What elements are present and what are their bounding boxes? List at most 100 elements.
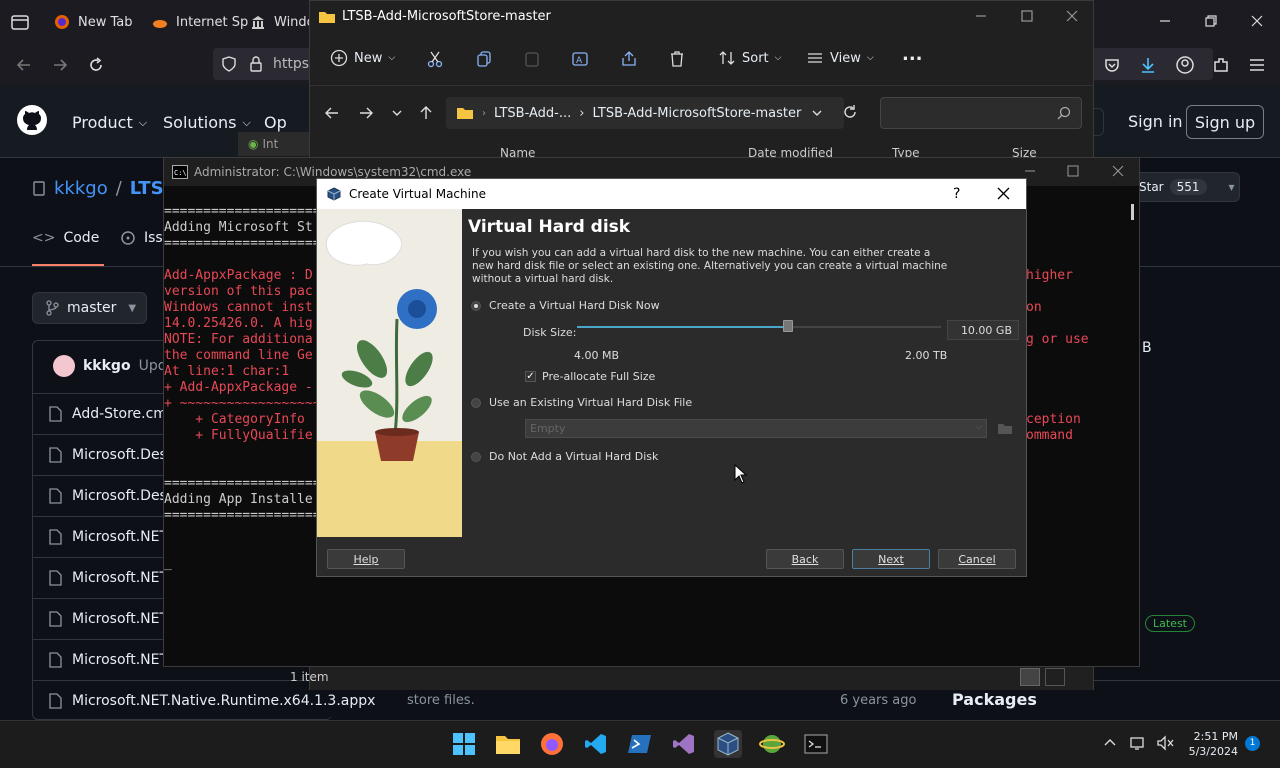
close-icon[interactable] xyxy=(997,187,1010,200)
disk-size-input[interactable]: 10.00 GB xyxy=(947,320,1019,340)
tiles-view-icon[interactable] xyxy=(1045,668,1065,686)
slider-thumb[interactable] xyxy=(783,320,794,332)
sign-up-button[interactable]: Sign up xyxy=(1186,105,1264,139)
search-input[interactable] xyxy=(880,97,1082,129)
pocket-icon[interactable] xyxy=(1102,55,1122,75)
view-button[interactable]: View ⌵ xyxy=(806,49,874,67)
close-icon[interactable] xyxy=(1250,14,1264,28)
tab-internet[interactable]: Internet Sp xyxy=(152,6,248,38)
folder-icon xyxy=(318,10,336,24)
checkmark-icon[interactable]: ✓ xyxy=(525,371,536,382)
help-question-icon[interactable]: ? xyxy=(953,186,960,202)
commit-user[interactable]: kkkgo xyxy=(83,358,131,374)
help-button[interactable]: Help xyxy=(327,549,405,569)
toolbar-divider xyxy=(310,85,1093,86)
sort-button[interactable]: Sort ⌵ xyxy=(718,49,781,67)
account-icon[interactable] xyxy=(1175,55,1195,75)
minimize-icon[interactable] xyxy=(1024,165,1036,177)
search-box-edge[interactable] xyxy=(1094,108,1104,136)
close-icon[interactable] xyxy=(1112,165,1124,177)
up-icon[interactable] xyxy=(418,105,434,121)
existing-disk-select[interactable]: Empty ⌵ xyxy=(525,419,987,438)
minimize-icon[interactable] xyxy=(974,9,988,23)
details-view-icon[interactable] xyxy=(1020,668,1040,686)
virtualbox-icon[interactable] xyxy=(714,730,742,758)
volume-muted-icon[interactable] xyxy=(1156,735,1174,751)
disk-size-slider[interactable] xyxy=(577,320,941,332)
cmd-line xyxy=(1026,380,1136,396)
slider-max-label: 2.00 TB xyxy=(905,349,948,362)
nav-open-source[interactable]: Op xyxy=(264,113,287,132)
cmd-line: ============================== xyxy=(164,236,316,251)
tab-list-icon[interactable] xyxy=(10,12,30,32)
sign-in-link[interactable]: Sign in xyxy=(1128,112,1183,131)
radio-existing-disk[interactable]: Use an Existing Virtual Hard Disk File xyxy=(471,396,692,409)
start-icon[interactable] xyxy=(450,730,478,758)
github-logo-icon[interactable] xyxy=(16,104,48,136)
copy-icon[interactable] xyxy=(475,50,493,68)
delete-icon[interactable] xyxy=(668,50,686,68)
file-explorer-icon[interactable] xyxy=(494,730,522,758)
close-icon[interactable] xyxy=(1065,9,1079,23)
menu-icon[interactable] xyxy=(1247,55,1267,75)
cancel-button[interactable]: Cancel xyxy=(938,549,1016,569)
breadcrumb-item[interactable]: LTSB-Add-MicrosoftStore-master xyxy=(592,106,801,121)
address-dropdown-icon[interactable] xyxy=(810,105,824,121)
recent-dropdown-icon[interactable] xyxy=(390,105,404,121)
cut-icon[interactable] xyxy=(426,50,444,68)
paste-icon[interactable] xyxy=(523,50,541,68)
star-button[interactable]: Star 551 ▾ xyxy=(1130,172,1240,202)
radio-button-selected[interactable] xyxy=(471,300,481,311)
commit-message[interactable]: store files. xyxy=(407,693,475,708)
rename-icon[interactable]: A xyxy=(571,50,589,68)
back-button[interactable]: Back xyxy=(766,549,844,569)
tab-code[interactable]: <> Code xyxy=(32,230,112,246)
vscode-icon[interactable] xyxy=(582,730,610,758)
reload-icon[interactable] xyxy=(86,55,106,75)
radio-button[interactable] xyxy=(471,451,481,462)
choose-disk-file-icon[interactable] xyxy=(997,420,1013,436)
internet-icon[interactable] xyxy=(758,730,786,758)
tab-new-tab[interactable]: New Tab xyxy=(54,6,133,38)
minimize-icon[interactable] xyxy=(1158,14,1172,28)
refresh-icon[interactable] xyxy=(842,104,858,120)
radio-button[interactable] xyxy=(471,397,481,408)
dialog-title: Create Virtual Machine xyxy=(349,187,486,201)
address-bar[interactable]: › LTSB-Add-... › LTSB-Add-MicrosoftStore… xyxy=(446,97,844,129)
firefox-icon[interactable] xyxy=(538,730,566,758)
radio-existing-label: Use an Existing Virtual Hard Disk File xyxy=(489,396,693,409)
branch-selector[interactable]: master ▼ xyxy=(32,292,147,324)
chevron-up-icon[interactable] xyxy=(1103,736,1117,748)
powershell-icon[interactable] xyxy=(626,730,654,758)
nav-solutions[interactable]: Solutions ⌵ xyxy=(163,113,251,132)
maximize-icon[interactable] xyxy=(1020,9,1034,23)
packages-heading[interactable]: Packages xyxy=(952,690,1037,709)
scrollbar-thumb[interactable] xyxy=(1131,204,1134,220)
code-icon: <> xyxy=(32,230,56,246)
back-icon[interactable] xyxy=(14,55,34,75)
new-button[interactable]: New ⌵ xyxy=(330,49,395,67)
back-icon[interactable] xyxy=(324,105,340,121)
breadcrumb-item[interactable]: LTSB-Add-... xyxy=(494,106,571,121)
downloads-icon[interactable] xyxy=(1138,55,1158,75)
maximize-icon[interactable] xyxy=(1067,165,1079,177)
notification-badge[interactable]: 1 xyxy=(1245,736,1260,751)
restore-icon[interactable] xyxy=(1204,14,1218,28)
extensions-icon[interactable] xyxy=(1211,55,1231,75)
radio-no-disk[interactable]: Do Not Add a Virtual Hard Disk xyxy=(471,450,658,463)
network-icon[interactable] xyxy=(1130,735,1146,751)
preallocate-checkbox[interactable]: ✓ Pre-allocate Full Size xyxy=(525,370,655,383)
forward-icon[interactable] xyxy=(358,105,374,121)
cmd-line xyxy=(164,524,316,540)
more-options-button[interactable]: ... xyxy=(902,44,923,65)
nav-product[interactable]: Product ⌵ xyxy=(72,113,147,132)
radio-create-disk[interactable]: Create a Virtual Hard Disk Now xyxy=(471,299,660,312)
repo-owner-link[interactable]: kkkgo xyxy=(54,178,108,199)
share-icon[interactable] xyxy=(620,50,638,68)
folder-icon xyxy=(456,106,474,120)
terminal-icon[interactable] xyxy=(802,730,830,758)
forward-icon[interactable] xyxy=(50,55,70,75)
next-button[interactable]: Next xyxy=(852,549,930,569)
clock[interactable]: 2:51 PM 5/3/2024 xyxy=(1186,729,1238,759)
visual-studio-icon[interactable] xyxy=(670,730,698,758)
